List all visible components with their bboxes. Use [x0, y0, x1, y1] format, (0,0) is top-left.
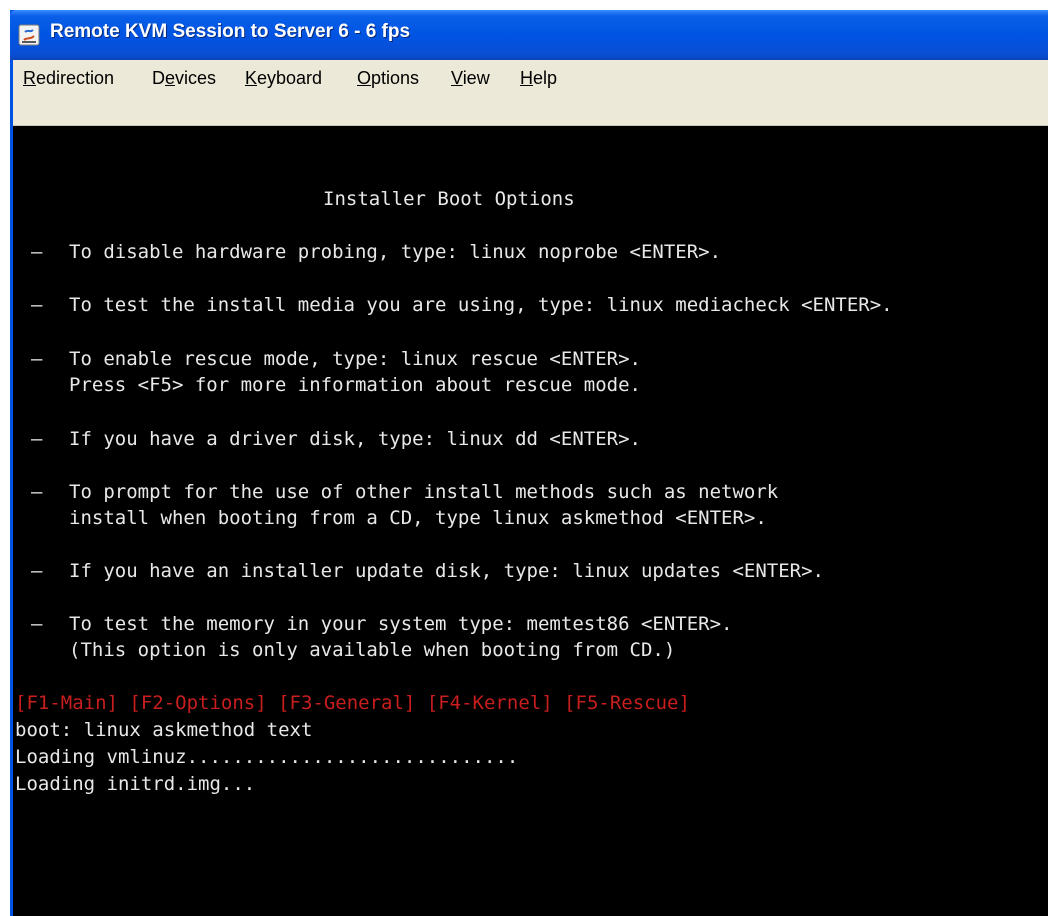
option-bullet: –	[31, 348, 43, 370]
toolbar	[13, 95, 1048, 126]
option-memtest-note: (This option is only available when boot…	[69, 639, 676, 661]
menu-devices[interactable]: Devices	[152, 68, 216, 89]
console-screen[interactable]: Installer Boot Options – To disable hard…	[13, 126, 1048, 916]
loading-initrd: Loading initrd.img...	[15, 773, 256, 795]
boot-prompt: boot: linux askmethod text	[15, 719, 313, 741]
option-rescue: To enable rescue mode, type: linux rescu…	[69, 348, 641, 370]
menu-view[interactable]: View	[451, 68, 490, 89]
option-mediacheck: To test the install media you are using,…	[69, 294, 893, 316]
option-noprobe: To disable hardware probing, type: linux…	[69, 241, 722, 263]
option-updates: If you have an installer update disk, ty…	[69, 560, 824, 582]
option-memtest: To test the memory in your system type: …	[69, 613, 733, 635]
menu-options[interactable]: Options	[357, 68, 419, 89]
option-rescue-note: Press <F5> for more information about re…	[69, 374, 641, 396]
menu-help[interactable]: Help	[520, 68, 557, 89]
option-askmethod: To prompt for the use of other install m…	[69, 481, 779, 503]
java-app-icon	[18, 24, 40, 46]
function-key-bar: [F1-Main] [F2-Options] [F3-General] [F4-…	[15, 692, 690, 714]
option-bullet: –	[31, 613, 43, 635]
title-bar[interactable]: Remote KVM Session to Server 6 - 6 fps	[10, 10, 1048, 60]
option-bullet: –	[31, 428, 43, 450]
option-bullet: –	[31, 294, 43, 316]
option-driver-disk: If you have a driver disk, type: linux d…	[69, 428, 641, 450]
loading-vmlinuz: Loading vmlinuz.........................…	[15, 746, 519, 768]
menu-bar: Redirection Devices Keyboard Options Vie…	[13, 60, 1048, 95]
menu-keyboard[interactable]: Keyboard	[245, 68, 322, 89]
menu-redirection[interactable]: Redirection	[23, 68, 114, 89]
option-askmethod-cont: install when booting from a CD, type lin…	[69, 507, 767, 529]
window-title: Remote KVM Session to Server 6 - 6 fps	[50, 21, 411, 42]
boot-options-heading: Installer Boot Options	[323, 188, 575, 210]
option-bullet: –	[31, 560, 43, 582]
kvm-window: Remote KVM Session to Server 6 - 6 fps R…	[10, 10, 1048, 916]
option-bullet: –	[31, 241, 43, 263]
option-bullet: –	[31, 481, 43, 503]
